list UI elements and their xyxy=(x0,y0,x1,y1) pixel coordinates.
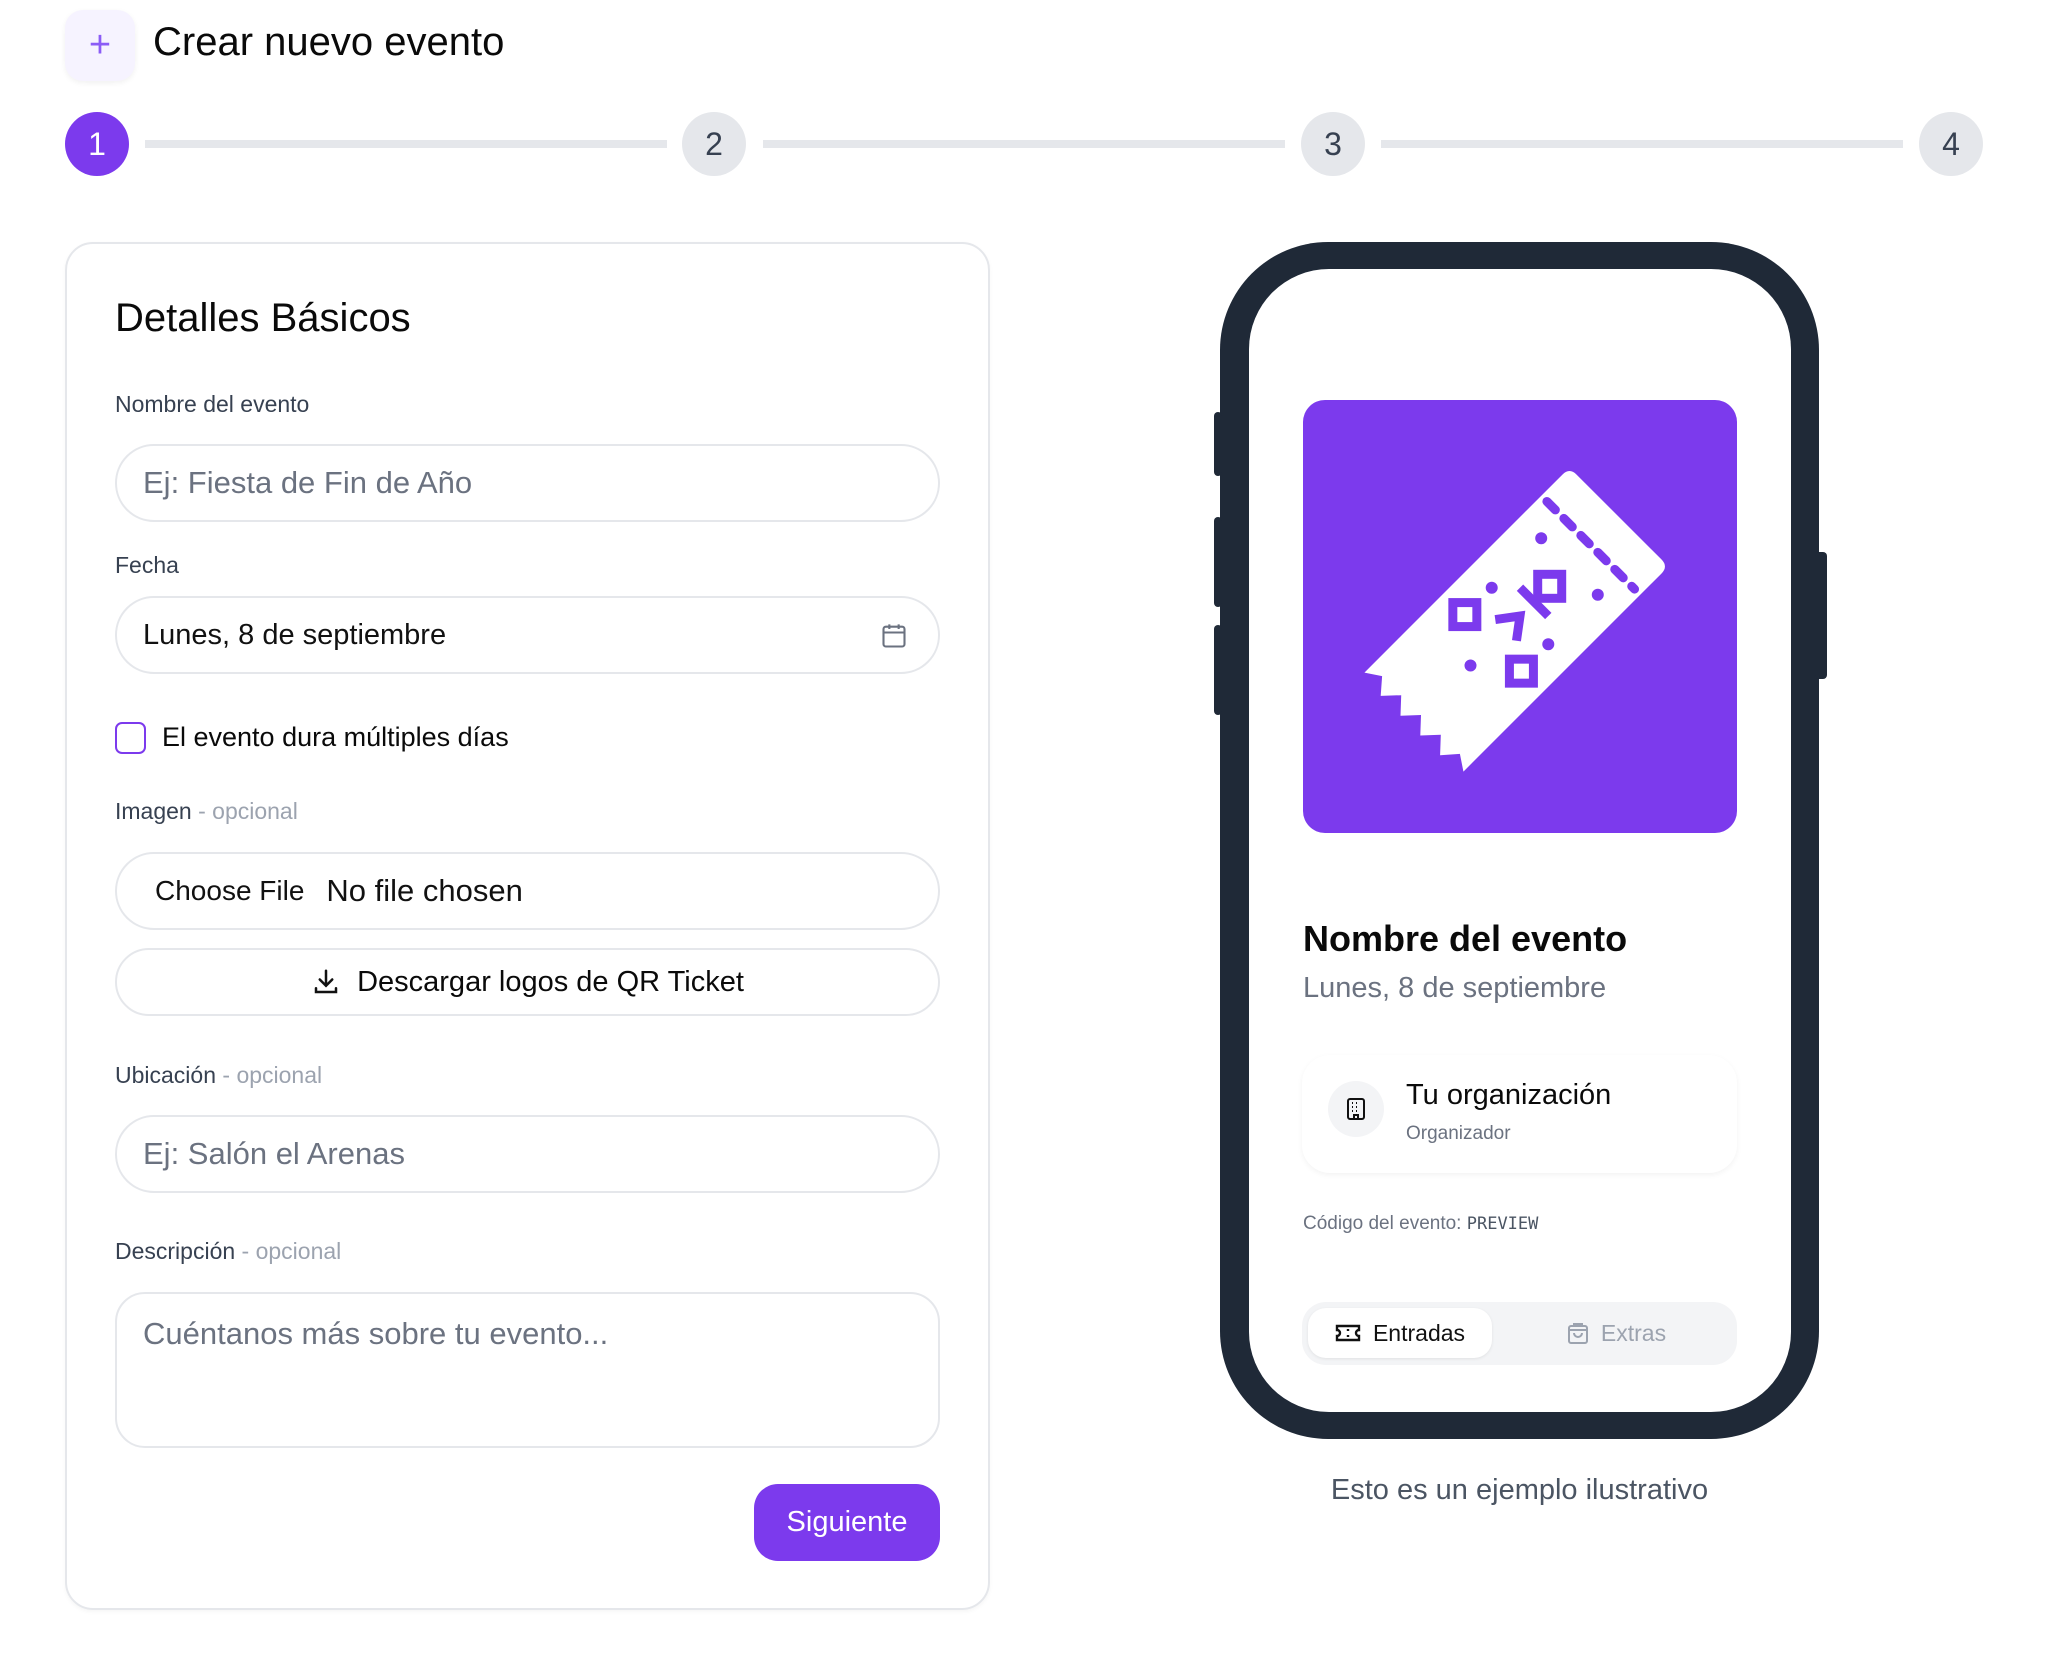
description-label: Descripción - opcional xyxy=(115,1238,341,1265)
placeholder: Ej: Fiesta de Fin de Año xyxy=(143,465,473,500)
event-code-value: PREVIEW xyxy=(1466,1214,1539,1234)
phone-side-button xyxy=(1214,625,1222,715)
page-title: Crear nuevo evento xyxy=(153,20,505,64)
image-file-input[interactable]: Choose File No file chosen xyxy=(115,852,940,930)
date-input[interactable]: Lunes, 8 de septiembre xyxy=(115,596,940,674)
file-status: No file chosen xyxy=(326,873,523,908)
step-1[interactable]: 1 xyxy=(65,112,129,176)
calendar-icon[interactable] xyxy=(880,622,908,650)
phone-power-button xyxy=(1815,552,1827,679)
event-image xyxy=(1303,400,1737,833)
date-label: Fecha xyxy=(115,552,179,578)
download-label: Descargar logos de QR Ticket xyxy=(357,965,744,998)
step-connector xyxy=(145,140,667,148)
image-label-text: Imagen xyxy=(115,798,192,824)
description-label-text: Descripción xyxy=(115,1238,236,1264)
placeholder: Ej: Salón el Arenas xyxy=(143,1136,405,1171)
step-4[interactable]: 4 xyxy=(1919,112,1983,176)
date-value: Lunes, 8 de septiembre xyxy=(143,618,447,651)
phone-side-button xyxy=(1214,412,1222,476)
event-name-label: Nombre del evento xyxy=(115,391,310,417)
choose-file-button[interactable]: Choose File xyxy=(155,875,304,907)
step-connector xyxy=(1381,140,1903,148)
next-button[interactable]: Siguiente xyxy=(754,1484,940,1561)
optional-hint: - opcional xyxy=(222,1062,323,1088)
step-connector xyxy=(763,140,1285,148)
download-logos-button[interactable]: Descargar logos de QR Ticket xyxy=(115,948,940,1016)
organization-role: Organizador xyxy=(1406,1123,1511,1144)
description-textarea[interactable]: Cuéntanos más sobre tu evento... xyxy=(115,1292,940,1448)
event-code-label: Código del evento: xyxy=(1303,1213,1462,1234)
qr-ticket-icon xyxy=(1364,471,1665,772)
multi-day-label: El evento dura múltiples días xyxy=(162,722,509,752)
section-heading: Detalles Básicos xyxy=(115,296,411,340)
multi-day-checkbox[interactable] xyxy=(115,722,146,754)
optional-hint: - opcional xyxy=(241,1238,342,1264)
preview-caption: Esto es un ejemplo ilustrativo xyxy=(1330,1474,1709,1506)
download-icon xyxy=(314,969,338,994)
placeholder: Cuéntanos más sobre tu evento... xyxy=(143,1316,609,1351)
tab-label: Extras xyxy=(1600,1319,1667,1346)
location-label-text: Ubicación xyxy=(115,1062,216,1088)
preview-event-date: Lunes, 8 de septiembre xyxy=(1303,972,1607,1004)
organizer-card: Tu organización Organizador xyxy=(1302,1055,1737,1173)
plus-icon: + xyxy=(65,10,135,81)
preview-event-name: Nombre del evento xyxy=(1303,918,1628,959)
tab-label: Entradas xyxy=(1372,1319,1466,1346)
event-code: Código del evento: PREVIEW xyxy=(1303,1213,1538,1235)
optional-hint: - opcional xyxy=(198,798,298,824)
organization-name: Tu organización xyxy=(1406,1079,1612,1111)
preview-tabs: Entradas Extras xyxy=(1302,1302,1737,1365)
building-icon xyxy=(1328,1081,1384,1137)
step-3[interactable]: 3 xyxy=(1301,112,1365,176)
tab-entradas[interactable]: Entradas xyxy=(1308,1308,1492,1358)
event-name-input[interactable]: Ej: Fiesta de Fin de Año xyxy=(115,444,940,522)
image-label: Imagen - opcional xyxy=(115,798,298,825)
location-label: Ubicación - opcional xyxy=(115,1062,322,1089)
step-2[interactable]: 2 xyxy=(682,112,746,176)
tab-extras[interactable]: Extras xyxy=(1502,1308,1731,1358)
phone-side-button xyxy=(1214,517,1222,607)
location-input[interactable]: Ej: Salón el Arenas xyxy=(115,1115,940,1193)
